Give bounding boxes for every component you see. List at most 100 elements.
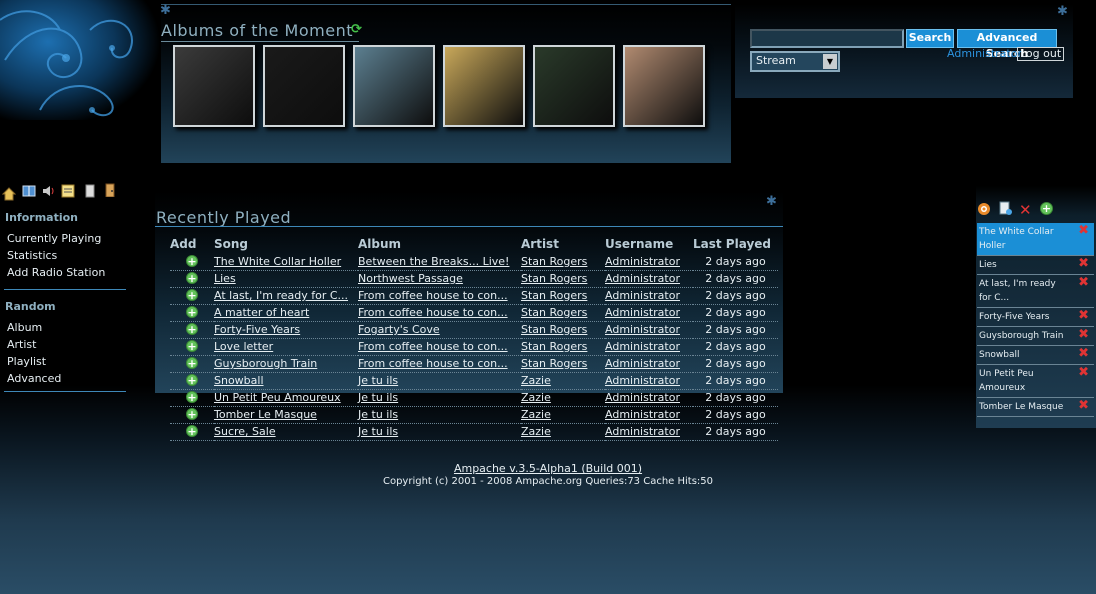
album-link[interactable]: Northwest Passage (358, 272, 463, 285)
album-cover[interactable] (173, 45, 255, 127)
remove-icon[interactable]: ✖ (1078, 309, 1089, 322)
song-link[interactable]: Love letter (214, 340, 273, 353)
song-link[interactable]: Guysborough Train (214, 357, 317, 370)
user-link[interactable]: Administrator (605, 408, 680, 421)
add-icon[interactable]: + (186, 254, 198, 267)
save-playlist-icon[interactable] (998, 201, 1012, 215)
advanced-search-button[interactable]: Advanced Search (957, 29, 1057, 60)
add-icon[interactable]: + (186, 357, 198, 369)
artist-link[interactable]: Zazie (521, 408, 551, 421)
sidebar-item-random-advanced[interactable]: Advanced (7, 370, 130, 387)
remove-icon[interactable]: ✖ (1078, 224, 1089, 237)
playlist-icon[interactable] (61, 184, 75, 198)
column-header-username[interactable]: Username (605, 235, 693, 253)
add-icon[interactable]: + (186, 323, 198, 335)
playlist-item[interactable]: At last, I'm ready for C... ✖ (977, 275, 1094, 308)
album-link[interactable]: From coffee house to con... (358, 357, 508, 370)
add-icon[interactable]: + (186, 408, 198, 420)
refresh-icon[interactable]: ⟳ (351, 22, 362, 37)
chevron-down-icon[interactable]: ▼ (823, 54, 837, 69)
album-cover[interactable] (533, 45, 615, 127)
column-header-song[interactable]: Song (214, 235, 358, 253)
book-icon[interactable] (22, 184, 36, 198)
album-cover[interactable] (443, 45, 525, 127)
speaker-icon[interactable] (41, 184, 55, 198)
album-cover[interactable] (263, 45, 345, 127)
artist-link[interactable]: Stan Rogers (521, 255, 587, 268)
song-link[interactable]: Tomber Le Masque (214, 408, 317, 421)
user-link[interactable]: Administrator (947, 47, 1022, 60)
album-link[interactable]: Je tu ils (358, 408, 398, 421)
artist-link[interactable]: Stan Rogers (521, 357, 587, 370)
user-link[interactable]: Administrator (605, 340, 680, 353)
remove-icon[interactable]: ✖ (1078, 257, 1089, 270)
document-icon[interactable] (83, 184, 97, 198)
clear-icon[interactable]: ✕ (1019, 201, 1032, 219)
column-header-last-played[interactable]: Last Played (693, 235, 778, 253)
album-cover[interactable] (623, 45, 705, 127)
playlist-item[interactable]: The White Collar Holler ✖ (977, 223, 1094, 256)
add-icon[interactable]: + (186, 272, 198, 284)
add-icon[interactable]: + (1040, 202, 1053, 215)
remove-icon[interactable]: ✖ (1078, 347, 1089, 360)
column-header-artist[interactable]: Artist (521, 235, 605, 253)
user-link[interactable]: Administrator (605, 255, 680, 268)
user-link[interactable]: Administrator (605, 272, 680, 285)
artist-link[interactable]: Stan Rogers (521, 306, 587, 319)
remove-icon[interactable]: ✖ (1078, 366, 1089, 379)
user-link[interactable]: Administrator (605, 323, 680, 336)
song-link[interactable]: Sucre, Sale (214, 425, 276, 438)
search-button[interactable]: Search (906, 29, 954, 48)
stream-select[interactable]: Stream ▼ (750, 51, 840, 72)
user-link[interactable]: Administrator (605, 289, 680, 302)
artist-link[interactable]: Stan Rogers (521, 272, 587, 285)
album-link[interactable]: Between the Breaks... Live! (358, 255, 509, 268)
artist-link[interactable]: Zazie (521, 374, 551, 387)
sidebar-item-add-radio-station[interactable]: Add Radio Station (7, 264, 130, 281)
sidebar-item-random-album[interactable]: Album (7, 319, 130, 336)
album-link[interactable]: Je tu ils (358, 425, 398, 438)
artist-link[interactable]: Zazie (521, 391, 551, 404)
artist-link[interactable]: Stan Rogers (521, 340, 587, 353)
add-icon[interactable]: + (186, 391, 198, 403)
artist-link[interactable]: Zazie (521, 425, 551, 438)
column-header-album[interactable]: Album (358, 235, 521, 253)
album-link[interactable]: Je tu ils (358, 391, 398, 404)
sidebar-item-statistics[interactable]: Statistics (7, 247, 130, 264)
album-link[interactable]: From coffee house to con... (358, 306, 508, 319)
album-link[interactable]: From coffee house to con... (358, 289, 508, 302)
rss-icon[interactable] (977, 202, 991, 216)
song-link[interactable]: Snowball (214, 374, 264, 387)
album-link[interactable]: Fogarty's Cove (358, 323, 440, 336)
playlist-item[interactable]: Un Petit Peu Amoureux ✖ (977, 365, 1094, 398)
sidebar-item-random-artist[interactable]: Artist (7, 336, 130, 353)
song-link[interactable]: A matter of heart (214, 306, 309, 319)
search-input[interactable] (750, 29, 904, 48)
song-link[interactable]: The White Collar Holler (214, 255, 341, 268)
user-link[interactable]: Administrator (605, 374, 680, 387)
remove-icon[interactable]: ✖ (1078, 399, 1089, 412)
version-link[interactable]: Ampache v.3.5-Alpha1 (Build 001) (454, 462, 642, 475)
add-icon[interactable]: + (186, 306, 198, 318)
home-icon[interactable] (2, 187, 16, 201)
album-link[interactable]: Je tu ils (358, 374, 398, 387)
user-link[interactable]: Administrator (605, 425, 680, 438)
artist-link[interactable]: Stan Rogers (521, 323, 587, 336)
artist-link[interactable]: Stan Rogers (521, 289, 587, 302)
add-icon[interactable]: + (186, 289, 198, 301)
album-link[interactable]: From coffee house to con... (358, 340, 508, 353)
song-link[interactable]: Lies (214, 272, 236, 285)
playlist-item[interactable]: Tomber Le Masque ✖ (977, 398, 1094, 417)
door-icon[interactable] (103, 183, 117, 197)
album-cover[interactable] (353, 45, 435, 127)
sidebar-item-random-playlist[interactable]: Playlist (7, 353, 130, 370)
add-icon[interactable]: + (186, 374, 198, 386)
playlist-item[interactable]: Lies ✖ (977, 256, 1094, 275)
remove-icon[interactable]: ✖ (1078, 276, 1089, 289)
playlist-item[interactable]: Forty-Five Years ✖ (977, 308, 1094, 327)
playlist-item[interactable]: Snowball ✖ (977, 346, 1094, 365)
song-link[interactable]: Un Petit Peu Amoureux (214, 391, 341, 404)
add-icon[interactable]: + (186, 340, 198, 352)
playlist-item[interactable]: Guysborough Train ✖ (977, 327, 1094, 346)
remove-icon[interactable]: ✖ (1078, 328, 1089, 341)
